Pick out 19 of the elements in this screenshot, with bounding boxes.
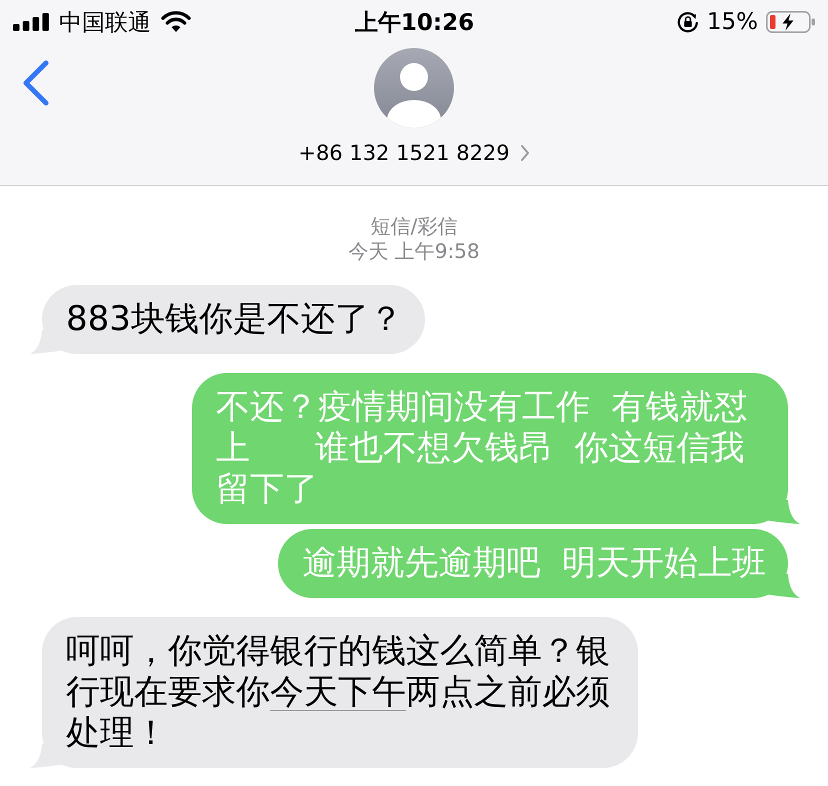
- service-label: 短信/彩信: [370, 214, 458, 239]
- message-timestamp: 今天 上午9:58: [347, 239, 481, 264]
- rotation-lock-icon: [676, 11, 699, 33]
- signal-icon: [13, 13, 49, 31]
- message-text: 呵呵，你觉得银行的钱这么简单？银行现在要求你今天下午两点之前必须处理！: [66, 631, 611, 754]
- avatar-icon[interactable]: [374, 48, 454, 128]
- status-time: 上午10:26: [354, 8, 474, 38]
- carrier-name: 中国联通: [59, 8, 151, 38]
- chevron-left-icon: [22, 60, 50, 106]
- battery-percentage: 15%: [706, 9, 758, 35]
- chevron-right-icon[interactable]: [520, 144, 530, 162]
- message-text: 不还？疫情期间没有工作 有钱就怼上 谁也不想欠钱昂 你这短信我留下了: [216, 387, 749, 510]
- message-text: 逾期就先逾期吧 明天开始上班: [302, 543, 766, 584]
- wifi-icon: [161, 11, 191, 33]
- message-text: 883块钱你是不还了？: [66, 299, 403, 340]
- date-link[interactable]: 今天下午: [270, 672, 406, 712]
- contact-number[interactable]: +86 132 1521 8229: [298, 139, 510, 167]
- back-button[interactable]: [22, 60, 50, 106]
- battery-icon: [766, 11, 816, 33]
